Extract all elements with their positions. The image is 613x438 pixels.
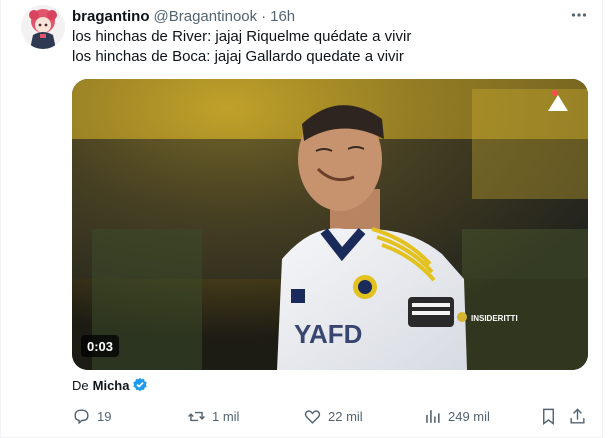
jersey-text: YAFD xyxy=(294,319,362,349)
attribution-prefix: De xyxy=(72,377,89,393)
bookmark-icon xyxy=(543,408,554,425)
views-icon xyxy=(426,409,440,423)
verified-badge-icon xyxy=(132,377,148,393)
repost-button[interactable]: 1 mil xyxy=(187,405,239,427)
tweet-actions: 19 1 mil 22 mil 249 mil xyxy=(72,405,592,427)
tweet-border-left xyxy=(0,0,1,438)
more-icon xyxy=(571,13,587,17)
user-handle[interactable]: @Bragantinook xyxy=(154,8,258,25)
attribution-name[interactable]: Micha xyxy=(93,378,130,393)
reply-icon xyxy=(74,408,89,424)
tweet-text-line-2: los hinchas de Boca: jajaj Gallardo qued… xyxy=(72,48,404,65)
more-button[interactable] xyxy=(568,6,590,24)
avatar[interactable] xyxy=(21,5,65,49)
share-icon xyxy=(570,407,585,424)
reply-button[interactable]: 19 xyxy=(72,405,111,427)
bookmark-button[interactable] xyxy=(539,405,558,427)
share-button[interactable] xyxy=(568,405,587,427)
video-watermark: INSIDERITTI xyxy=(471,314,518,323)
reply-count: 19 xyxy=(97,408,112,424)
tweet-text: los hinchas de River: jajaj Riquelme qué… xyxy=(72,27,411,67)
video-attribution: De Micha xyxy=(72,376,148,394)
repost-icon xyxy=(188,411,205,421)
tweet-border-right xyxy=(602,0,603,438)
like-button[interactable]: 22 mil xyxy=(303,405,363,427)
avatar-image xyxy=(21,5,65,49)
repost-count: 1 mil xyxy=(212,408,240,424)
views-button[interactable]: 249 mil xyxy=(423,405,490,427)
tweet-header: bragantino @Bragantinook · 16h xyxy=(72,6,295,26)
like-icon xyxy=(304,409,321,424)
video-frame: YAFD INSIDERITTI xyxy=(72,79,588,370)
separator-dot: · xyxy=(261,7,267,25)
video-player[interactable]: YAFD INSIDERITTI 0:03 xyxy=(72,79,588,370)
timestamp[interactable]: 16h xyxy=(270,8,295,25)
display-name[interactable]: bragantino xyxy=(72,8,150,25)
like-count: 22 mil xyxy=(328,408,363,424)
views-count: 249 mil xyxy=(448,408,490,424)
video-duration: 0:03 xyxy=(81,335,120,357)
tweet-text-line-1: los hinchas de River: jajaj Riquelme qué… xyxy=(72,28,412,45)
